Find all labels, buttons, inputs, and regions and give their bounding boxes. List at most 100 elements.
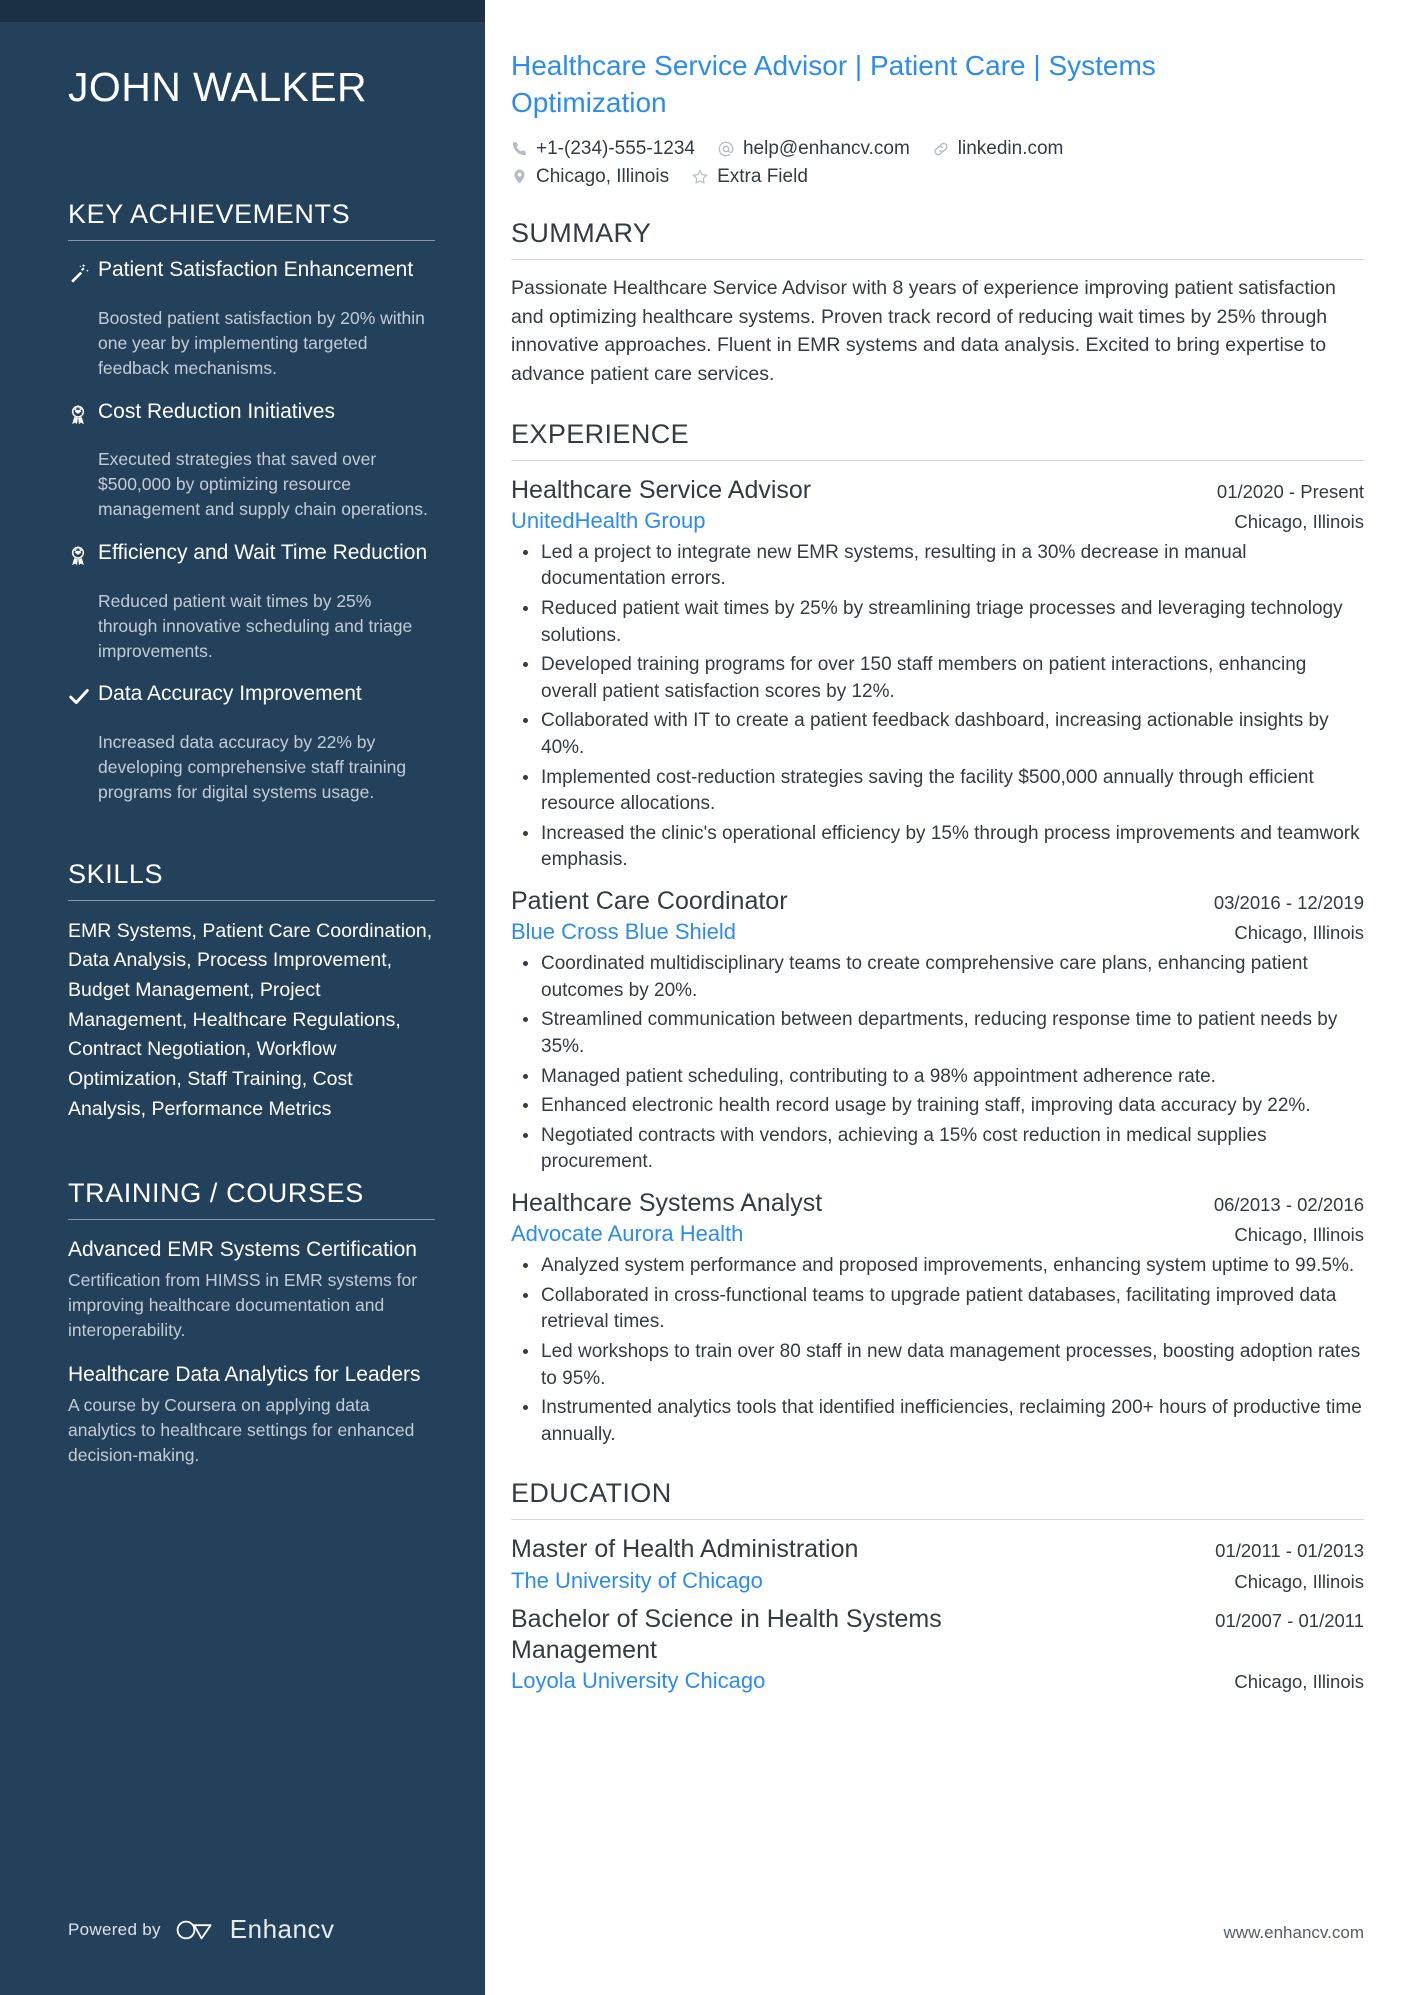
star-icon — [691, 168, 709, 186]
bullet: Reduced patient wait times by 25% by str… — [523, 596, 1364, 649]
bullet: Collaborated with IT to create a patient… — [523, 708, 1364, 761]
section-skills: SKILLS EMR Systems, Patient Care Coordin… — [68, 859, 435, 1124]
map-pin-icon — [511, 168, 528, 185]
bullet: Led workshops to train over 80 staff in … — [523, 1339, 1364, 1392]
achievement-item: Cost Reduction Initiatives — [68, 399, 435, 430]
key-achievements-title: KEY ACHIEVEMENTS — [68, 199, 351, 230]
contact-extra-text: Extra Field — [717, 165, 808, 187]
divider — [68, 240, 435, 242]
at-sign-icon — [717, 140, 735, 158]
job-company[interactable]: Advocate Aurora Health — [511, 1221, 743, 1247]
contact-extra-field: Extra Field — [691, 166, 808, 188]
degree-dates: 01/2007 - 01/2011 — [1215, 1609, 1364, 1631]
contact-location: Chicago, Illinois — [511, 166, 669, 188]
divider — [68, 1219, 435, 1221]
contact-block: +1-(234)-555-1234 help@enhancv.com linke… — [511, 138, 1171, 188]
education-entry: Bachelor of Science in Health Systems Ma… — [511, 1604, 1364, 1695]
job-company[interactable]: Blue Cross Blue Shield — [511, 919, 736, 945]
contact-row-primary: +1-(234)-555-1234 help@enhancv.com linke… — [511, 138, 1171, 160]
job-location: Chicago, Illinois — [1234, 922, 1364, 944]
job-dates: 01/2020 - Present — [1216, 480, 1364, 502]
bullet: Implemented cost-reduction strategies sa… — [523, 765, 1364, 818]
contact-row-secondary: Chicago, Illinois Extra Field — [511, 166, 1171, 188]
link-icon — [932, 140, 950, 158]
experience-entry: Healthcare Systems Analyst 06/2013 - 02/… — [511, 1188, 1364, 1448]
course-description: Certification from HIMSS in EMR systems … — [68, 1270, 418, 1341]
bullet: Collaborated in cross-functional teams t… — [523, 1283, 1364, 1336]
phone-icon — [511, 140, 528, 157]
job-title: Patient Care Coordinator — [511, 886, 788, 915]
enhancv-wordmark: Enhancv — [229, 1914, 335, 1944]
contact-email[interactable]: help@enhancv.com — [717, 138, 910, 160]
footer-url: www.enhancv.com — [1223, 1923, 1364, 1942]
sidebar: JOHN WALKER KEY ACHIEVEMENTS Patient Sat… — [0, 0, 485, 1995]
degree-dates: 01/2011 - 01/2013 — [1215, 1540, 1364, 1562]
headline: Healthcare Service Advisor | Patient Car… — [511, 50, 1156, 118]
experience-title: EXPERIENCE — [511, 418, 690, 449]
achievement-desc: Reduced patient wait times by 25% throug… — [98, 590, 413, 661]
degree-title: Master of Health Administration — [511, 1535, 859, 1564]
achievement-desc: Executed strategies that saved over $500… — [98, 449, 428, 520]
summary-text: Passionate Healthcare Service Advisor wi… — [511, 276, 1336, 385]
job-company[interactable]: UnitedHealth Group — [511, 508, 705, 534]
candidate-name: JOHN WALKER — [68, 64, 368, 110]
award-ribbon-icon — [68, 545, 98, 567]
achievement-title: Efficiency and Wait Time Reduction — [98, 540, 428, 564]
section-summary: SUMMARY Passionate Healthcare Service Ad… — [511, 218, 1364, 389]
school-name[interactable]: Loyola University Chicago — [511, 1668, 765, 1694]
achievement-title: Data Accuracy Improvement — [98, 682, 362, 706]
bullet: Negotiated contracts with vendors, achie… — [523, 1123, 1364, 1176]
achievement-desc: Boosted patient satisfaction by 20% with… — [98, 308, 425, 378]
training-courses-title: TRAINING / COURSES — [68, 1178, 364, 1209]
school-location: Chicago, Illinois — [1234, 1570, 1364, 1592]
job-bullets: Coordinated multidisciplinary teams to c… — [511, 951, 1364, 1176]
job-dates: 06/2013 - 02/2016 — [1213, 1193, 1364, 1215]
bullet: Coordinated multidisciplinary teams to c… — [523, 951, 1364, 1004]
achievement-title: Patient Satisfaction Enhancement — [98, 258, 414, 282]
award-ribbon-icon — [68, 404, 98, 426]
enhancv-logo: Enhancv — [175, 1914, 335, 1945]
achievement-desc: Increased data accuracy by 22% by develo… — [98, 732, 407, 802]
experience-entry: Healthcare Service Advisor 01/2020 - Pre… — [511, 475, 1364, 874]
education-entry: Master of Health Administration 01/2011 … — [511, 1534, 1364, 1593]
enhancv-mark-icon — [176, 1920, 212, 1939]
contact-phone-text: +1-(234)-555-1234 — [536, 137, 695, 159]
contact-linkedin[interactable]: linkedin.com — [932, 137, 1064, 160]
section-key-achievements: KEY ACHIEVEMENTS Patient Satisfaction En… — [68, 199, 435, 805]
school-name[interactable]: The University of Chicago — [511, 1568, 763, 1594]
bullet: Instrumented analytics tools that identi… — [523, 1395, 1364, 1448]
job-location: Chicago, Illinois — [1234, 510, 1364, 532]
powered-by-block: Powered by Enhancv — [68, 1914, 334, 1945]
section-education: EDUCATION Master of Health Administratio… — [511, 1478, 1364, 1694]
bullet: Managed patient scheduling, contributing… — [523, 1064, 1364, 1091]
main-column: Healthcare Service Advisor | Patient Car… — [485, 0, 1410, 1995]
job-bullets: Analyzed system performance and proposed… — [511, 1253, 1364, 1448]
course-title: Advanced EMR Systems Certification — [68, 1238, 417, 1262]
divider — [68, 899, 435, 901]
education-title: EDUCATION — [511, 1478, 672, 1509]
contact-phone[interactable]: +1-(234)-555-1234 — [511, 138, 695, 160]
section-training-courses: TRAINING / COURSES Advanced EMR Systems … — [68, 1178, 435, 1468]
divider — [511, 258, 1364, 260]
course-description: A course by Coursera on applying data an… — [68, 1395, 415, 1465]
bullet: Analyzed system performance and proposed… — [523, 1253, 1364, 1280]
divider — [511, 459, 1364, 461]
job-title: Healthcare Systems Analyst — [511, 1188, 823, 1217]
achievement-item: Efficiency and Wait Time Reduction — [68, 540, 435, 571]
magic-wand-icon — [68, 262, 98, 284]
course-title: Healthcare Data Analytics for Leaders — [68, 1362, 421, 1386]
bullet: Led a project to integrate new EMR syste… — [523, 540, 1364, 593]
course-item: Advanced EMR Systems Certification Certi… — [68, 1236, 435, 1343]
achievement-item: Data Accuracy Improvement — [68, 681, 435, 712]
section-experience: EXPERIENCE Healthcare Service Advisor 01… — [511, 419, 1364, 1449]
achievement-item: Patient Satisfaction Enhancement — [68, 257, 435, 288]
skills-title: SKILLS — [68, 858, 164, 889]
resume-page: JOHN WALKER KEY ACHIEVEMENTS Patient Sat… — [0, 0, 1410, 1995]
experience-entry: Patient Care Coordinator 03/2016 - 12/20… — [511, 886, 1364, 1176]
job-title: Healthcare Service Advisor — [511, 475, 812, 504]
contact-email-text: help@enhancv.com — [742, 137, 910, 159]
bullet: Developed training programs for over 150… — [523, 652, 1364, 705]
contact-linkedin-text: linkedin.com — [957, 137, 1064, 159]
achievement-title: Cost Reduction Initiatives — [98, 399, 335, 423]
job-location: Chicago, Illinois — [1234, 1224, 1364, 1246]
